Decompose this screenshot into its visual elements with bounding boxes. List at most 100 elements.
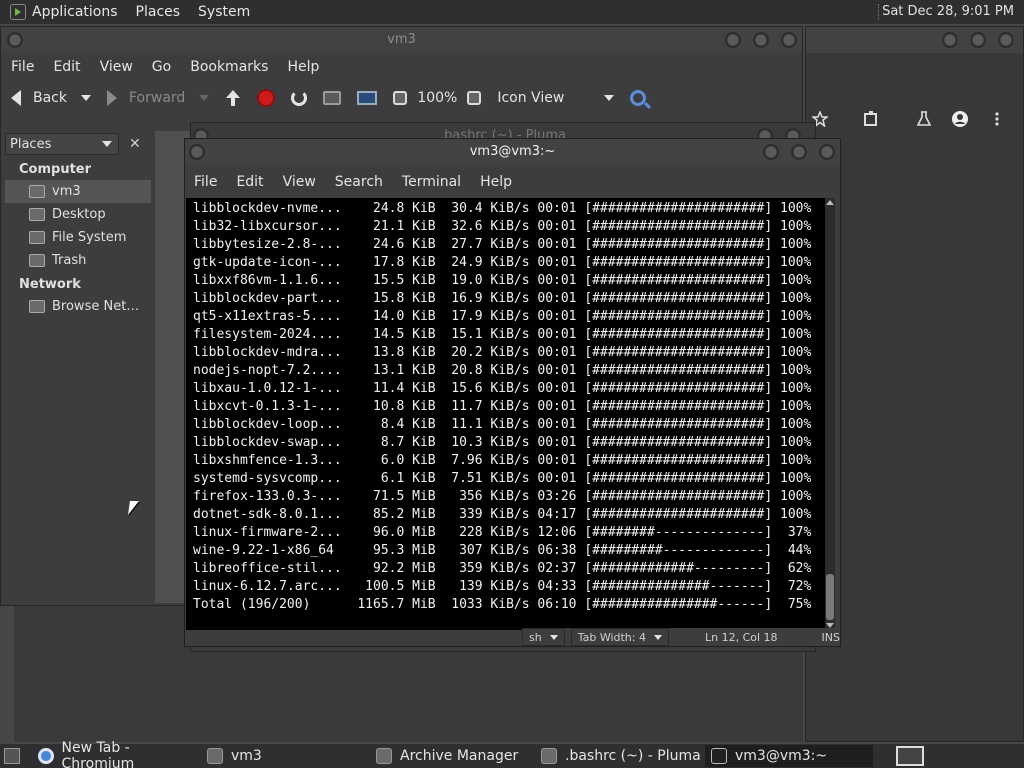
- sidebar-heading-network: Network: [19, 277, 81, 292]
- terminal-line: libxau-1.0.12-1-... 11.4 KiB 15.6 KiB/s …: [193, 381, 812, 396]
- terminal-line: qt5-x11extras-5.... 14.0 KiB 17.9 KiB/s …: [193, 309, 812, 324]
- window-menu-button[interactable]: [7, 32, 23, 48]
- taskbar-item-label: New Tab - Chromium: [61, 740, 135, 768]
- close-button[interactable]: [998, 32, 1014, 48]
- chevron-down-icon: [102, 141, 112, 147]
- bottom-panel: New Tab - Chromium vm3 Archive Manager .…: [0, 740, 1024, 768]
- zoom-out-icon[interactable]: [393, 91, 408, 105]
- zoom-in-icon[interactable]: [467, 91, 482, 105]
- profile-avatar-icon[interactable]: [952, 111, 968, 127]
- menu-file[interactable]: File: [11, 59, 34, 75]
- chromium-icon: [38, 748, 54, 764]
- labs-flask-icon[interactable]: [916, 111, 932, 127]
- menu-go[interactable]: Go: [152, 59, 171, 75]
- menu-places[interactable]: Places: [136, 4, 181, 20]
- close-button[interactable]: [781, 32, 797, 48]
- maximize-button[interactable]: [970, 32, 986, 48]
- panel-separator: [878, 4, 880, 20]
- terminal-scrollbar[interactable]: [825, 198, 835, 630]
- places-sidebar: Computer vm3 Desktop File System Trash N…: [5, 157, 151, 603]
- forward-button[interactable]: Forward: [107, 90, 210, 106]
- terminal-line: Total (196/200) 1165.7 MiB 1033 KiB/s 06…: [193, 597, 812, 612]
- menu-help[interactable]: Help: [287, 59, 319, 75]
- menu-search[interactable]: Search: [335, 174, 383, 190]
- maximize-button[interactable]: [753, 32, 769, 48]
- terminal-line: libblockdev-part... 15.8 KiB 16.9 KiB/s …: [193, 291, 812, 306]
- terminal-line: lib32-libxcursor... 21.1 KiB 32.6 KiB/s …: [193, 219, 812, 234]
- taskbar-item-vm3[interactable]: vm3: [201, 745, 369, 767]
- terminal-line: firefox-133.0.3-... 71.5 MiB 356 KiB/s 0…: [193, 489, 812, 504]
- window-menu-button[interactable]: [189, 144, 205, 160]
- scroll-up-icon[interactable]: [826, 200, 834, 205]
- close-button[interactable]: [819, 144, 835, 160]
- window-title: vm3: [387, 32, 416, 47]
- menu-file[interactable]: File: [194, 174, 217, 190]
- terminal-titlebar[interactable]: vm3@vm3:~: [185, 139, 840, 165]
- menu-view[interactable]: View: [283, 174, 316, 190]
- sidebar-item-vm3[interactable]: vm3: [5, 180, 151, 203]
- terminal-line: nodejs-nopt-7.2.... 13.1 KiB 20.8 KiB/s …: [193, 363, 812, 378]
- home-button[interactable]: [323, 91, 342, 105]
- maximize-button[interactable]: [791, 144, 807, 160]
- sidebar-mode-label: Places: [10, 136, 52, 152]
- terminal-line: libblockdev-mdra... 13.8 KiB 20.2 KiB/s …: [193, 345, 812, 360]
- taskbar-item-terminal[interactable]: vm3@vm3:~: [705, 745, 873, 767]
- zoom-control[interactable]: 100%: [393, 90, 482, 106]
- show-desktop-icon[interactable]: [4, 748, 20, 764]
- scrollbar-thumb[interactable]: [826, 574, 834, 620]
- file-manager-menubar: File Edit View Go Bookmarks Help: [1, 53, 802, 81]
- minimize-button[interactable]: [725, 32, 741, 48]
- applications-logo-icon[interactable]: [10, 4, 26, 20]
- menu-applications[interactable]: Applications: [32, 4, 118, 20]
- clock[interactable]: Sat Dec 28, 9:01 PM: [882, 4, 1014, 19]
- terminal-line: libblockdev-loop... 8.4 KiB 11.1 KiB/s 0…: [193, 417, 812, 432]
- computer-icon: [357, 91, 378, 105]
- more-menu-icon[interactable]: [989, 111, 1005, 127]
- forward-arrow-icon: [107, 90, 117, 106]
- stop-button[interactable]: [257, 89, 276, 107]
- tab-width-select[interactable]: Tab Width: 4: [570, 628, 669, 646]
- reload-button[interactable]: [291, 90, 308, 106]
- sidebar-item-desktop[interactable]: Desktop: [5, 203, 151, 226]
- sidebar-item-label: vm3: [52, 184, 81, 199]
- back-history-dropdown-icon[interactable]: [81, 95, 91, 101]
- taskbar-item-archive-manager[interactable]: Archive Manager: [370, 745, 538, 767]
- workspace-switcher[interactable]: [896, 746, 924, 766]
- sidebar-item-file-system[interactable]: File System: [5, 226, 151, 249]
- terminal-line: wine-9.22-1-x86_64 95.3 MiB 307 KiB/s 06…: [193, 543, 812, 558]
- up-button[interactable]: [225, 90, 241, 106]
- menu-edit[interactable]: Edit: [236, 174, 263, 190]
- back-button[interactable]: Back: [11, 90, 91, 106]
- terminal-line: libxxf86vm-1.1.6... 15.5 KiB 19.0 KiB/s …: [193, 273, 812, 288]
- menu-system[interactable]: System: [198, 4, 250, 20]
- sidebar-item-trash[interactable]: Trash: [5, 249, 151, 272]
- chromium-titlebar[interactable]: [806, 27, 1023, 53]
- sidebar-mode-select[interactable]: Places: [5, 133, 119, 155]
- search-icon: [630, 90, 647, 106]
- file-manager-titlebar[interactable]: vm3: [1, 27, 802, 53]
- language-select[interactable]: sh: [522, 628, 565, 646]
- menu-view[interactable]: View: [100, 59, 133, 75]
- terminal-line: libxshmfence-1.3... 6.0 KiB 7.96 KiB/s 0…: [193, 453, 812, 468]
- taskbar-item-pluma[interactable]: .bashrc (~) - Pluma: [535, 745, 703, 767]
- view-mode-select[interactable]: Icon View: [497, 90, 615, 106]
- taskbar-item-label: .bashrc (~) - Pluma: [565, 748, 701, 764]
- computer-button[interactable]: [357, 91, 378, 105]
- menu-terminal[interactable]: Terminal: [402, 174, 461, 190]
- search-button[interactable]: [630, 90, 647, 106]
- sidebar-item-label: Browse Net…: [52, 299, 140, 314]
- minimize-button[interactable]: [942, 32, 958, 48]
- menu-edit[interactable]: Edit: [53, 59, 80, 75]
- minimize-button[interactable]: [763, 144, 779, 160]
- forward-history-dropdown-icon[interactable]: [199, 95, 210, 101]
- forward-label: Forward: [129, 90, 186, 106]
- terminal-output[interactable]: libblockdev-nvme... 24.8 KiB 30.4 KiB/s …: [186, 198, 827, 630]
- close-sidebar-icon[interactable]: ✕: [129, 136, 141, 152]
- menu-bookmarks[interactable]: Bookmarks: [190, 59, 268, 75]
- menu-help[interactable]: Help: [480, 174, 512, 190]
- taskbar-item-chromium[interactable]: New Tab - Chromium: [32, 740, 200, 768]
- terminal-line: libreoffice-stil... 92.2 MiB 359 KiB/s 0…: [193, 561, 812, 576]
- terminal-line: libbytesize-2.8-... 24.6 KiB 27.7 KiB/s …: [193, 237, 812, 252]
- sidebar-item-browse-network[interactable]: Browse Net…: [5, 295, 151, 318]
- extensions-icon[interactable]: [863, 111, 879, 127]
